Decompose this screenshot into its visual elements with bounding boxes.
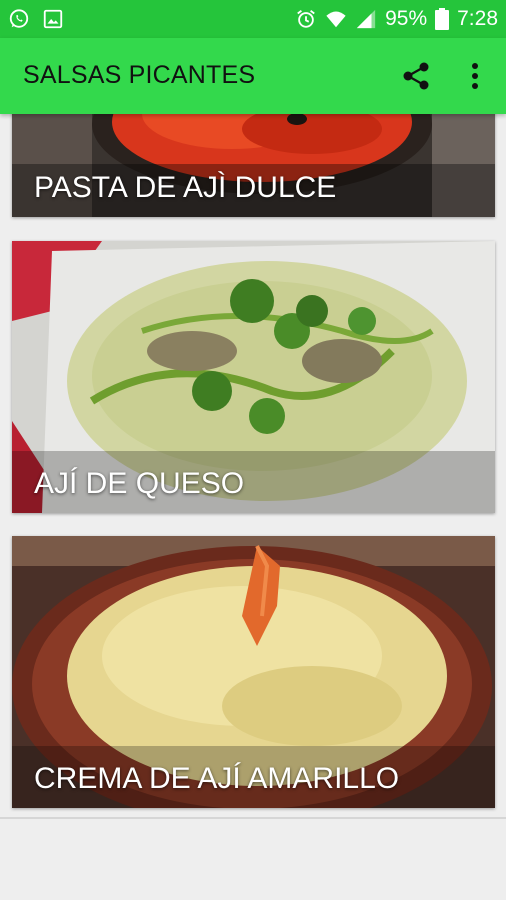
recipe-card[interactable]: PASTA DE AJÌ DULCE: [12, 114, 495, 217]
divider: [0, 817, 506, 819]
alarm-icon: [297, 10, 315, 28]
more-vert-icon[interactable]: [460, 58, 490, 94]
page-title: SALSAS PICANTES: [23, 61, 256, 89]
recipe-card[interactable]: AJÍ DE QUESO: [12, 241, 495, 513]
signal-icon: [356, 9, 376, 29]
recipe-list[interactable]: PASTA DE AJÌ DULCE AJÍ DE QUESO CREMA DE…: [0, 114, 506, 900]
status-bar: 95% 7:28: [0, 0, 506, 38]
recipe-title: CREMA DE AJÍ AMARILLO: [34, 762, 400, 795]
wifi-icon: [326, 11, 346, 29]
recipe-card[interactable]: CREMA DE AJÍ AMARILLO: [12, 536, 495, 808]
battery-percent: 95%: [385, 7, 428, 30]
battery-icon: [435, 8, 450, 30]
clock: 7:28: [457, 7, 498, 30]
recipe-title: PASTA DE AJÌ DULCE: [34, 171, 337, 204]
app-bar: SALSAS PICANTES: [0, 38, 506, 114]
share-icon[interactable]: [398, 58, 434, 94]
gallery-icon: [43, 9, 63, 29]
whatsapp-icon: [9, 9, 29, 28]
recipe-title: AJÍ DE QUESO: [34, 467, 245, 500]
